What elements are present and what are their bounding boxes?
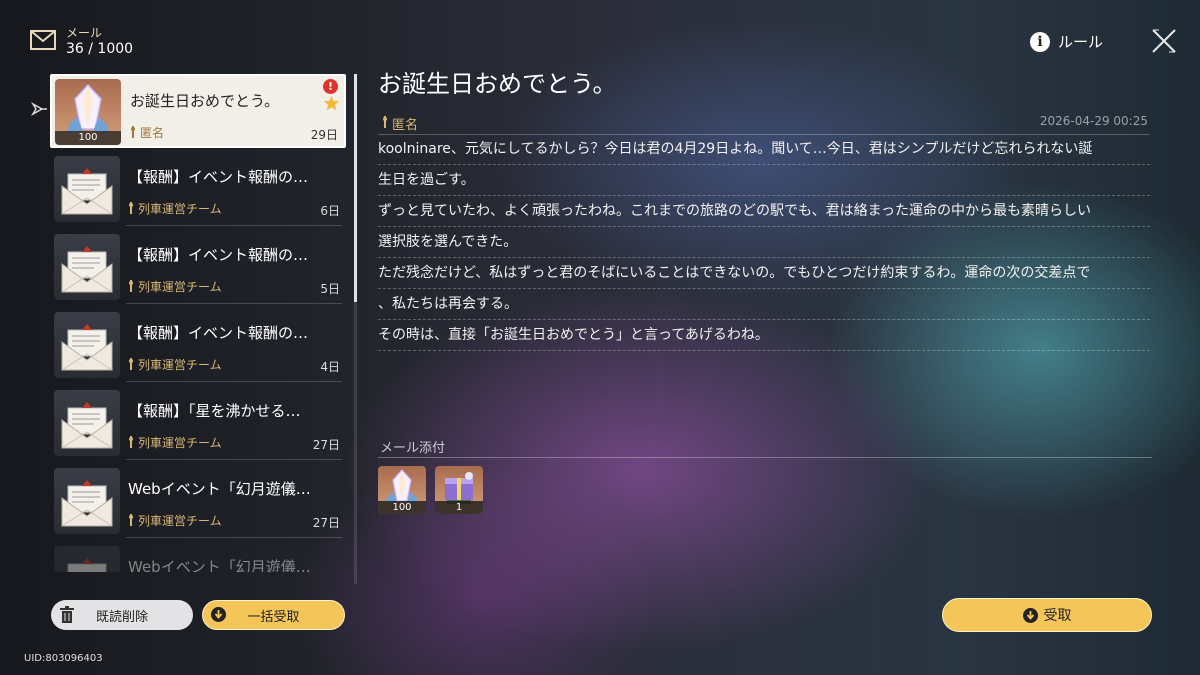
mail-date: 29日 <box>310 128 338 142</box>
star-icon <box>323 95 340 111</box>
list-divider <box>126 303 342 304</box>
attachment-quantity: 1 <box>435 501 483 514</box>
mail-sender: 列車運営チーム <box>138 358 222 372</box>
envelope-icon <box>61 246 113 293</box>
trash-icon <box>60 606 74 623</box>
delete-read-button[interactable]: 既読削除 <box>51 600 193 630</box>
attachments-divider <box>378 457 1152 458</box>
sender-pin-icon <box>383 116 387 128</box>
download-icon <box>1022 607 1038 623</box>
mail-title: Webイベント「幻月遊儀… <box>128 558 311 572</box>
mail-date: 5日 <box>320 282 340 296</box>
mail-list-item[interactable]: Webイベント「幻月遊儀… <box>50 542 346 572</box>
mail-body-line: koolninare、元気にしてるかしら？今日は君の4月29日よね。聞いて…今日… <box>378 134 1150 165</box>
envelope-icon <box>67 558 107 572</box>
mail-sender: 列車運営チーム <box>138 514 222 528</box>
sender-pin-icon <box>129 280 133 292</box>
mail-title: 【報酬】イベント報酬の… <box>128 324 309 342</box>
envelope-thumbnail <box>54 312 120 378</box>
mail-list-item[interactable]: 【報酬】イベント報酬の… 列車運営チーム 6日 <box>50 152 346 226</box>
mail-header-label: メール <box>66 26 103 40</box>
envelope-thumbnail <box>54 156 120 222</box>
rule-button[interactable]: i ルール <box>1030 31 1103 52</box>
sender-pin-icon <box>129 436 133 448</box>
mail-body-line: ずっと見ていたわ、よく頑張ったわね。これまでの旅路のどの駅でも、君は絡まった運命… <box>378 196 1150 227</box>
envelope-thumbnail <box>54 234 120 300</box>
delete-read-label: 既読削除 <box>95 609 148 625</box>
mail-body-line: ただ残念だけど、私はずっと君のそばにいることはできないの。でもひとつだけ約束する… <box>378 258 1150 289</box>
mail-body-line: 生日を過ごす。 <box>378 165 1150 196</box>
claim-label: 受取 <box>1043 608 1072 624</box>
mail-body-line: その時は、直接「お誕生日おめでとう」と言ってあげるわね。 <box>378 320 1150 351</box>
mail-date: 27日 <box>312 516 340 530</box>
mail-title: お誕生日おめでとう。 <box>130 92 280 110</box>
claim-all-label: 一括受取 <box>247 609 300 625</box>
attachment-quantity: 100 <box>378 501 426 514</box>
sender-pin-icon <box>129 202 133 214</box>
thumbnail-quantity: 100 <box>55 131 121 145</box>
envelope-icon <box>61 480 113 527</box>
mail-date: 4日 <box>320 360 340 374</box>
sender-pin-icon <box>129 514 133 526</box>
mail-title: 【報酬】「星を沸かせる… <box>128 402 301 420</box>
mail-sender: 列車運営チーム <box>138 436 222 450</box>
sender-pin-icon <box>129 358 133 370</box>
mail-count: 36 / 1000 <box>66 41 134 57</box>
unread-alert-badge: ! <box>323 79 338 94</box>
envelope-icon <box>61 324 113 371</box>
mail-title: Webイベント「幻月遊儀… <box>128 480 311 498</box>
mail-date: 27日 <box>312 438 340 452</box>
mail-list[interactable]: 100 お誕生日おめでとう。 匿名 29日 ! 【報酬】イベント報酬の… 列車運… <box>50 72 348 572</box>
envelope-icon <box>61 402 113 449</box>
envelope-icon <box>61 168 113 215</box>
list-scrollbar-thumb[interactable] <box>354 74 357 302</box>
mail-detail-title: お誕生日おめでとう。 <box>378 70 617 98</box>
rule-label: ルール <box>1058 33 1104 51</box>
mail-title: 【報酬】イベント報酬の… <box>128 168 309 186</box>
mail-list-item[interactable]: 【報酬】イベント報酬の… 列車運営チーム 5日 <box>50 230 346 304</box>
claim-button[interactable]: 受取 <box>942 598 1152 632</box>
mail-list-item[interactable]: Webイベント「幻月遊儀… 列車運営チーム 27日 <box>50 464 346 538</box>
mail-sender: 匿名 <box>140 126 165 140</box>
mail-list-item[interactable]: 【報酬】「星を沸かせる… 列車運営チーム 27日 <box>50 386 346 460</box>
list-divider <box>126 225 342 226</box>
claim-all-button[interactable]: 一括受取 <box>202 600 345 630</box>
user-id: UID:803096403 <box>24 653 103 664</box>
attachment-crystal[interactable]: 100 <box>378 466 426 514</box>
list-divider <box>126 381 342 382</box>
attachment-gift-box[interactable]: 1 <box>435 466 483 514</box>
envelope-thumbnail <box>54 468 120 534</box>
mail-title: 【報酬】イベント報酬の… <box>128 246 309 264</box>
mail-date: 6日 <box>320 204 340 218</box>
envelope-thumbnail <box>54 390 120 456</box>
mail-icon <box>30 30 56 50</box>
mail-detail-sender: 匿名 <box>392 118 419 133</box>
mail-list-item[interactable]: 【報酬】イベント報酬の… 列車運営チーム 4日 <box>50 308 346 382</box>
list-divider <box>126 459 342 460</box>
sender-pin-icon <box>131 126 135 138</box>
mail-sender: 列車運営チーム <box>138 202 222 216</box>
selection-pointer-icon <box>30 101 47 117</box>
attachments-label: メール添付 <box>380 441 446 456</box>
close-icon[interactable] <box>1150 27 1178 55</box>
mail-body-line: 、私たちは再会する。 <box>378 289 1150 320</box>
download-icon <box>211 607 226 622</box>
list-divider <box>126 537 342 538</box>
info-icon: i <box>1030 31 1050 52</box>
mail-list-item-selected[interactable]: 100 お誕生日おめでとう。 匿名 29日 ! <box>50 74 346 148</box>
envelope-thumbnail <box>54 546 120 572</box>
mail-detail-datetime: 2026-04-29 00:25 <box>1039 114 1148 128</box>
mail-sender: 列車運営チーム <box>138 280 222 294</box>
mail-body-line: 選択肢を選んできた。 <box>378 227 1150 258</box>
crystal-thumbnail: 100 <box>55 79 121 145</box>
